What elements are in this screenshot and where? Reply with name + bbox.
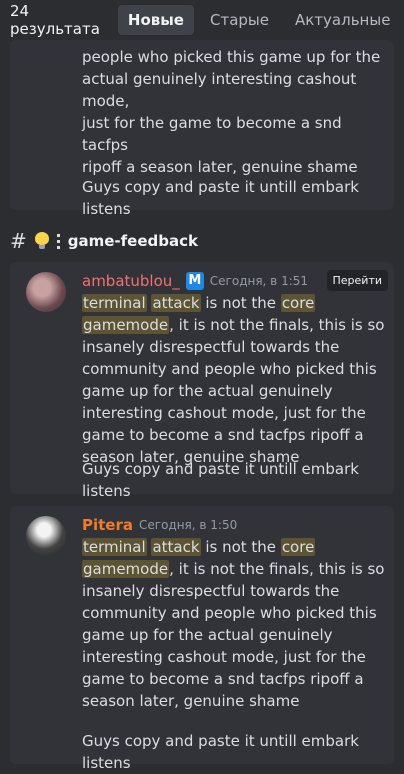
search-highlight: gamemode	[82, 316, 170, 334]
search-highlight: attack	[151, 538, 201, 556]
message-tail: Guys copy and paste it untill embark lis…	[82, 732, 359, 772]
search-results-header: 24 результата Новые Старые Актуальные	[0, 0, 404, 40]
badge-icon: M	[185, 272, 204, 290]
search-highlight: attack	[151, 294, 201, 312]
message-text: ,	[169, 560, 174, 578]
message-tail: Guys copy and paste it untill embark lis…	[82, 178, 359, 218]
avatar[interactable]	[26, 516, 66, 556]
timestamp: Сегодня, в 1:51	[209, 274, 309, 288]
message-content: terminal attack is not the core gamemode…	[82, 292, 387, 468]
message-content: terminal attack is not the core gamemode…	[82, 536, 387, 712]
search-highlight: gamemode	[82, 560, 170, 578]
search-result-card[interactable]: ambatublou_ M Сегодня, в 1:51 Перейти te…	[10, 262, 394, 500]
tab-relevant[interactable]: Актуальные	[285, 5, 400, 35]
result-count: 24 результата	[10, 2, 100, 38]
search-highlight: terminal	[82, 538, 147, 556]
dots-icon	[56, 233, 60, 249]
timestamp: Сегодня, в 1:50	[139, 518, 238, 532]
tab-oldest[interactable]: Старые	[200, 5, 279, 35]
channel-name: game-feedback	[67, 232, 198, 250]
search-highlight: terminal	[82, 294, 147, 312]
message-tail: Guys copy and paste it untill embark lis…	[82, 460, 359, 500]
lightbulb-icon	[34, 232, 49, 250]
message-text: is not the	[205, 294, 277, 312]
jump-button[interactable]: Перейти	[326, 270, 388, 291]
search-highlight: core	[280, 538, 316, 556]
message-line: actual genuinely interesting cashout mod…	[82, 70, 357, 110]
author-name[interactable]: Pitera	[82, 516, 133, 534]
channel-header[interactable]: # game-feedback	[10, 229, 198, 253]
previous-result-card[interactable]: people who picked this game up for the a…	[10, 40, 394, 218]
author-name[interactable]: ambatublou_	[82, 272, 180, 290]
message-text: ,	[169, 316, 174, 334]
tab-newest[interactable]: Новые	[117, 5, 194, 35]
message-line: just for the game to become a snd tacfps	[82, 114, 342, 154]
avatar[interactable]	[26, 272, 66, 312]
message-line: ripoff a season later, genuine shame	[82, 158, 358, 176]
message-text: it is not the finals, this is so insanel…	[82, 316, 385, 466]
message-text: is not the	[205, 538, 277, 556]
message-text: it is not the finals, this is so insanel…	[82, 560, 385, 710]
search-result-card[interactable]: Pitera Сегодня, в 1:50 terminal attack i…	[10, 506, 394, 772]
message-line: people who picked this game up for the	[82, 48, 381, 66]
message-content: people who picked this game up for the a…	[82, 46, 387, 178]
hash-icon: #	[10, 229, 27, 253]
search-highlight: core	[280, 294, 316, 312]
